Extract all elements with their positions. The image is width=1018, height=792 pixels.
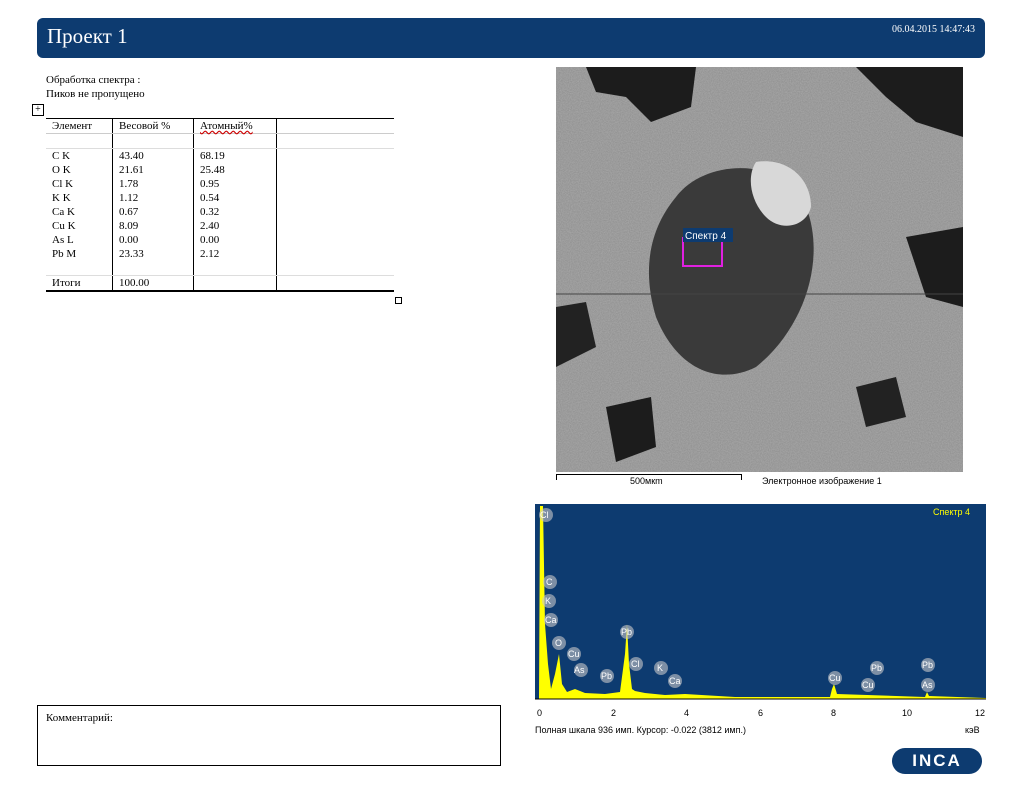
peak-label: Pb bbox=[922, 660, 933, 670]
processing-line: Обработка спектра : bbox=[46, 74, 141, 86]
table-cell: Cl K bbox=[52, 178, 74, 190]
table-cell: 8.09 bbox=[112, 219, 194, 233]
total-value: 100.00 bbox=[112, 275, 194, 292]
peak-label: Pb bbox=[871, 663, 882, 673]
scale-bar-label: 500мкm bbox=[630, 476, 663, 486]
peak-label: Pb bbox=[621, 627, 632, 637]
table-header-row: Элемент Весовой % Атомный% bbox=[46, 118, 394, 134]
table-cell: 2.12 bbox=[193, 247, 277, 261]
table-resize-handle-icon[interactable] bbox=[395, 297, 402, 304]
spectrum-marker-label: Спектр 4 bbox=[685, 231, 727, 242]
table-row: C K 43.40 68.19 bbox=[46, 148, 394, 163]
peak-label: Pb bbox=[601, 671, 612, 681]
comment-box[interactable]: Комментарий: bbox=[37, 705, 501, 766]
table-row: O K 21.61 25.48 bbox=[46, 163, 394, 177]
peak-label: C bbox=[546, 577, 553, 587]
peak-label: Ca bbox=[545, 615, 557, 625]
peak-label: Cl bbox=[540, 510, 549, 520]
inca-logo: INCA bbox=[892, 748, 982, 774]
peak-label: Cu bbox=[862, 680, 874, 690]
column-header: Элемент bbox=[46, 118, 113, 134]
spectrum-title: Спектр 4 bbox=[933, 507, 970, 517]
electron-image: Спектр 4 bbox=[556, 67, 963, 472]
x-tick: 12 bbox=[975, 708, 985, 718]
table-cell: 68.19 bbox=[193, 148, 277, 163]
peak-label: As bbox=[574, 665, 585, 675]
table-cell: Cu K bbox=[52, 220, 76, 232]
x-tick: 0 bbox=[537, 708, 542, 718]
column-header: Атомный% bbox=[193, 118, 277, 134]
total-row: Итоги 100.00 bbox=[46, 275, 394, 292]
x-tick: 4 bbox=[684, 708, 689, 718]
peak-label: Cl bbox=[631, 659, 640, 669]
table-cell: 0.54 bbox=[193, 191, 277, 205]
peak-label: O bbox=[555, 638, 562, 648]
table-row bbox=[46, 261, 394, 276]
table-move-handle-icon[interactable]: + bbox=[32, 104, 44, 116]
spectrum-footer: Полная шкала 936 имп. Курсор: -0.022 (38… bbox=[535, 725, 746, 735]
comment-label: Комментарий: bbox=[46, 712, 113, 724]
table-cell: 1.78 bbox=[112, 177, 194, 191]
results-table: Элемент Весовой % Атомный% C K 43.40 68.19… bbox=[46, 118, 394, 292]
peak-label: K bbox=[545, 596, 551, 606]
table-cell: 21.61 bbox=[112, 163, 194, 177]
table-cell: 2.40 bbox=[193, 219, 277, 233]
processing-info: Обработка спектра : Пиков не пропущено bbox=[46, 73, 145, 101]
table-row: Ca K 0.67 0.32 bbox=[46, 205, 394, 219]
table-cell: O K bbox=[52, 164, 71, 176]
table-cell: 0.00 bbox=[112, 233, 194, 247]
table-cell: C K bbox=[52, 150, 71, 162]
peak-label: K bbox=[657, 663, 663, 673]
spectrum-chart: Cl C K Ca O Cu As Pb Pb Cl K Ca Cu Cu Pb… bbox=[535, 504, 986, 735]
table-row: As L 0.00 0.00 bbox=[46, 233, 394, 247]
table-row: K K 1.12 0.54 bbox=[46, 191, 394, 205]
table-cell: 0.32 bbox=[193, 205, 277, 219]
column-header bbox=[276, 118, 394, 134]
table-cell: As L bbox=[52, 234, 74, 246]
table-cell: K K bbox=[52, 192, 71, 204]
x-tick: 2 bbox=[611, 708, 616, 718]
total-label: Итоги bbox=[46, 275, 113, 292]
x-tick: 8 bbox=[831, 708, 836, 718]
peak-label: Cu bbox=[829, 673, 841, 683]
table-cell: 43.40 bbox=[112, 148, 194, 163]
report-header: Проект 1 06.04.2015 14:47:43 bbox=[37, 18, 985, 58]
table-row: Cl K 1.78 0.95 bbox=[46, 177, 394, 191]
table-cell: 0.00 bbox=[193, 233, 277, 247]
peak-label: Ca bbox=[669, 676, 681, 686]
energy-unit: кэВ bbox=[965, 725, 980, 735]
table-cell: 1.12 bbox=[112, 191, 194, 205]
table-cell: 0.95 bbox=[193, 177, 277, 191]
column-header: Весовой % bbox=[112, 118, 194, 134]
table-cell: Pb M bbox=[52, 248, 77, 260]
table-cell: 25.48 bbox=[193, 163, 277, 177]
table-row: Cu K 8.09 2.40 bbox=[46, 219, 394, 233]
peak-label: Cu bbox=[568, 649, 580, 659]
peaks-line: Пиков не пропущено bbox=[46, 88, 145, 100]
x-tick: 10 bbox=[902, 708, 912, 718]
peak-label: As bbox=[922, 680, 933, 690]
table-cell: Ca K bbox=[52, 206, 75, 218]
image-caption: Электронное изображение 1 bbox=[762, 476, 882, 486]
table-row: Pb M 23.33 2.12 bbox=[46, 247, 394, 261]
table-cell: 0.67 bbox=[112, 205, 194, 219]
x-tick: 6 bbox=[758, 708, 763, 718]
report-datetime: 06.04.2015 14:47:43 bbox=[891, 24, 975, 35]
table-cell: 23.33 bbox=[112, 247, 194, 261]
page-title: Проект 1 bbox=[47, 24, 128, 48]
table-row bbox=[46, 133, 394, 149]
